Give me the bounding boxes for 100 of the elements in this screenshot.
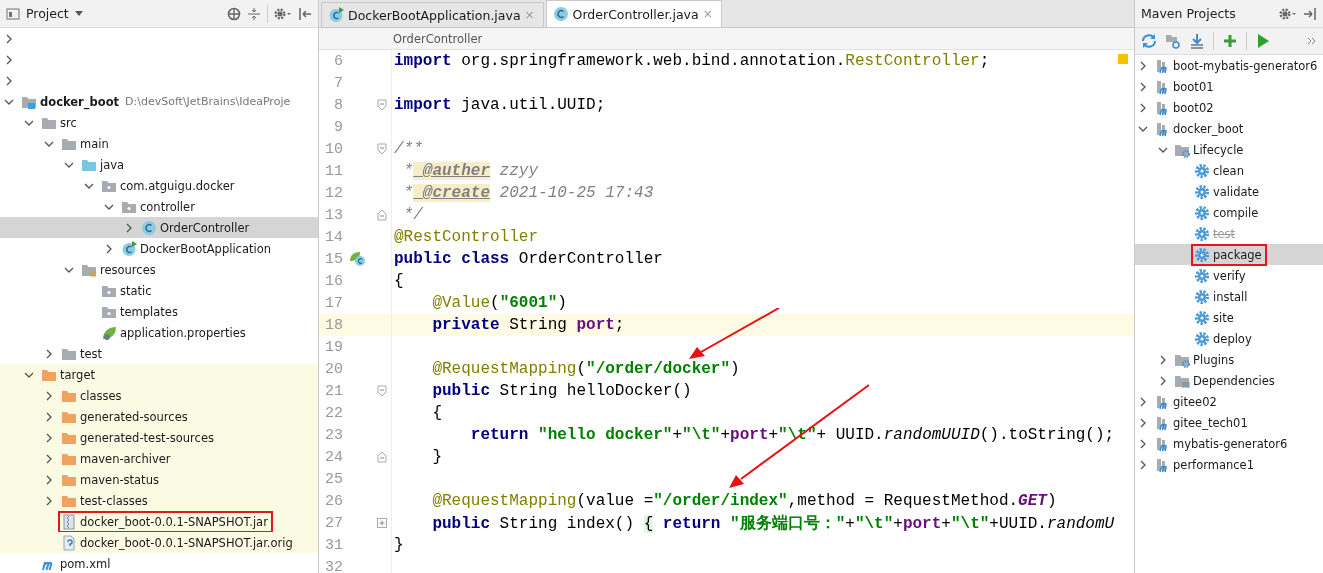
tree-item[interactable]: Dependencies — [1135, 370, 1323, 391]
chevron-right-icon[interactable] — [124, 222, 134, 233]
tree-item[interactable]: application.properties — [0, 322, 318, 343]
leaf-icon — [101, 324, 117, 341]
collapse-all-icon[interactable] — [247, 6, 261, 21]
tree-item[interactable]: boot01 — [1135, 76, 1323, 97]
line-number: 19 — [324, 338, 343, 356]
chevron-right-icon[interactable] — [44, 495, 54, 506]
gear-icon — [1194, 267, 1210, 284]
tree-item[interactable]: boot02 — [1135, 97, 1323, 118]
chevron-right-icon[interactable] — [1158, 375, 1168, 386]
tree-item[interactable]: docker_boot D:\devSoft\JetBrains\IdeaProje — [0, 91, 318, 112]
run-icon[interactable] — [1255, 33, 1271, 49]
tree-item[interactable]: static — [0, 280, 318, 301]
download-icon[interactable] — [1189, 33, 1205, 49]
tree-item[interactable]: docker_boot — [1135, 118, 1323, 139]
line-number: 10 — [324, 140, 343, 158]
line-number: 31 — [324, 536, 343, 554]
gear-icon — [1194, 246, 1210, 263]
tree-item[interactable]: maven-status — [0, 469, 318, 490]
tree-item[interactable]: com.atguigu.docker — [0, 175, 318, 196]
tree-item[interactable]: package — [1135, 244, 1323, 265]
chevron-right-icon[interactable] — [1138, 60, 1148, 71]
chevron-right-icon[interactable] — [44, 390, 54, 401]
tree-item[interactable]: resources — [0, 259, 318, 280]
tree-item[interactable]: Plugins — [1135, 349, 1323, 370]
locate-icon[interactable] — [227, 6, 241, 21]
tree-item[interactable]: classes — [0, 385, 318, 406]
tree-item[interactable]: mybatis-generator6 — [1135, 433, 1323, 454]
folder-refresh-icon[interactable] — [1165, 33, 1181, 49]
code-line: * @create 2021-10-25 17:43 — [402, 184, 654, 202]
tree-item[interactable]: performance1 — [1135, 454, 1323, 475]
tree-item[interactable]: OrderController — [0, 217, 318, 238]
tree-item[interactable]: test — [0, 343, 318, 364]
fold-marker-icon[interactable] — [377, 143, 387, 155]
chevron-right-icon[interactable] — [44, 474, 54, 485]
refresh-icon[interactable] — [1141, 33, 1157, 49]
fold-marker-icon[interactable] — [377, 209, 387, 221]
tree-item[interactable]: src — [0, 112, 318, 133]
chevron-right-icon[interactable] — [1138, 459, 1148, 470]
tree-item[interactable]: site — [1135, 307, 1323, 328]
hide-panel-icon[interactable] — [298, 6, 312, 21]
more-icon[interactable] — [1307, 37, 1317, 45]
chevron-right-icon[interactable] — [1138, 102, 1148, 113]
settings-icon[interactable] — [1279, 6, 1297, 21]
tree-item[interactable]: controller — [0, 196, 318, 217]
tree-item[interactable]: docker_boot-0.0.1-SNAPSHOT.jar.orig — [0, 532, 318, 553]
bean-icon[interactable] — [349, 251, 367, 267]
tree-item[interactable]: templates — [0, 301, 318, 322]
fold-marker-icon[interactable] — [377, 451, 387, 463]
chevron-right-icon[interactable] — [1158, 354, 1168, 365]
tree-item[interactable]: docker_boot-0.0.1-SNAPSHOT.jar — [0, 511, 318, 532]
fold-marker-icon[interactable] — [377, 385, 387, 397]
gear-icon — [1194, 309, 1210, 326]
chevron-right-icon[interactable] — [44, 432, 54, 443]
chevron-right-icon[interactable] — [1138, 396, 1148, 407]
add-icon[interactable] — [1222, 33, 1238, 49]
chevron-right-icon[interactable] — [1138, 81, 1148, 92]
tree-item[interactable]: Lifecycle — [1135, 139, 1323, 160]
tree-item[interactable]: gitee_tech01 — [1135, 412, 1323, 433]
chevron-right-icon[interactable] — [44, 411, 54, 422]
tree-item[interactable]: pom.xml — [0, 553, 318, 573]
line-number: 26 — [324, 492, 343, 510]
editor-tab[interactable]: OrderController.java × — [545, 0, 722, 27]
tree-item[interactable]: main — [0, 133, 318, 154]
code-line: import org.springframework.web.bind.annotation.RestController; — [394, 52, 990, 70]
chevron-right-icon[interactable] — [1138, 438, 1148, 449]
tree-item[interactable]: generated-test-sources — [0, 427, 318, 448]
panel-title[interactable]: Project — [26, 6, 69, 21]
line-number: 12 — [324, 184, 343, 202]
tree-item[interactable]: deploy — [1135, 328, 1323, 349]
chevron-right-icon[interactable] — [44, 348, 54, 359]
dropdown-caret-icon[interactable] — [74, 10, 83, 17]
chevron-right-icon[interactable] — [4, 75, 14, 86]
hide-panel-icon[interactable] — [1303, 6, 1317, 21]
chevron-right-icon[interactable] — [4, 33, 14, 44]
maven-module-icon — [1154, 120, 1170, 137]
fold-marker-icon[interactable] — [377, 99, 387, 111]
chevron-right-icon[interactable] — [104, 243, 114, 254]
tree-item[interactable]: test-classes — [0, 490, 318, 511]
chevron-right-icon[interactable] — [1138, 417, 1148, 428]
tree-item[interactable]: install — [1135, 286, 1323, 307]
tree-item[interactable]: java — [0, 154, 318, 175]
chevron-right-icon[interactable] — [4, 54, 14, 65]
tree-item[interactable]: verify — [1135, 265, 1323, 286]
tree-item[interactable]: generated-sources — [0, 406, 318, 427]
tree-item[interactable]: clean — [1135, 160, 1323, 181]
tree-item[interactable]: boot-mybatis-generator6 — [1135, 55, 1323, 76]
tree-item[interactable]: gitee02 — [1135, 391, 1323, 412]
line-number: 6 — [333, 52, 343, 70]
tree-item[interactable]: validate — [1135, 181, 1323, 202]
line-number: 25 — [324, 470, 343, 488]
chevron-right-icon[interactable] — [44, 453, 54, 464]
breadcrumb[interactable]: OrderController — [393, 31, 483, 46]
settings-icon[interactable] — [274, 6, 292, 21]
tree-item[interactable]: DockerBootApplication — [0, 238, 318, 259]
tree-item[interactable]: target — [0, 364, 318, 385]
tree-item[interactable]: maven-archiver — [0, 448, 318, 469]
editor-tab[interactable]: DockerBootApplication.java × — [321, 2, 544, 27]
tree-item[interactable]: compile — [1135, 202, 1323, 223]
